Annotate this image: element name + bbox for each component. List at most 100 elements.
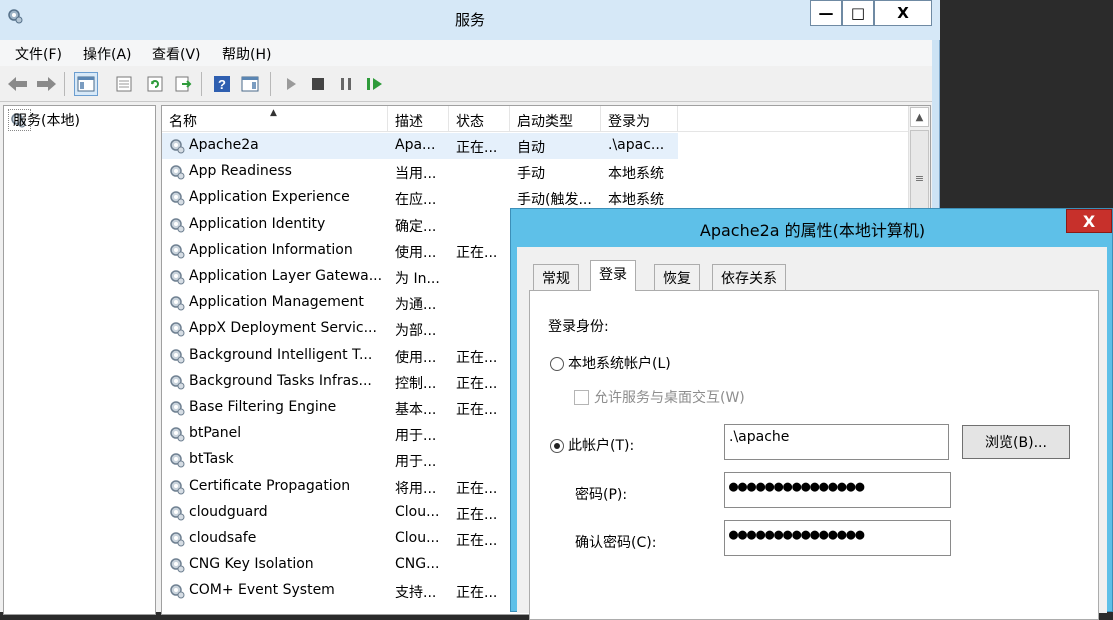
tab-logon[interactable]: 登录 bbox=[590, 260, 636, 291]
service-name: Application Identity bbox=[189, 215, 326, 232]
gear-icon bbox=[170, 506, 185, 521]
pause-service-icon[interactable] bbox=[334, 72, 358, 96]
toolbar-separator bbox=[270, 72, 271, 96]
local-system-label[interactable]: 本地系统帐户(L) bbox=[568, 353, 671, 373]
tab-dependencies[interactable]: 依存关系 bbox=[712, 264, 786, 290]
stop-service-icon[interactable] bbox=[306, 72, 330, 96]
password-input[interactable]: ●●●●●●●●●●●●●●● bbox=[724, 472, 951, 508]
service-startup-type: 自动 bbox=[517, 140, 545, 156]
service-logon-as: 本地系统 bbox=[608, 166, 664, 183]
dialog-title-bar[interactable]: Apache2a 的属性(本地计算机) X bbox=[511, 209, 1113, 247]
allow-desktop-label: 允许服务与桌面交互(W) bbox=[594, 390, 745, 406]
service-name: Certificate Propagation bbox=[189, 477, 351, 494]
menu-help[interactable]: 帮助(H) bbox=[222, 44, 271, 64]
service-status: 正在... bbox=[456, 140, 498, 156]
service-description: 使用... bbox=[395, 349, 437, 366]
tab-recovery[interactable]: 恢复 bbox=[654, 264, 700, 290]
gear-icon bbox=[170, 558, 185, 573]
service-description: 将用... bbox=[395, 480, 437, 497]
service-description: 用于... bbox=[395, 428, 437, 445]
gear-icon bbox=[170, 191, 185, 206]
account-input[interactable]: .\apache bbox=[724, 424, 949, 460]
service-description: 控制... bbox=[395, 375, 437, 392]
service-name: App Readiness bbox=[189, 163, 292, 180]
table-row[interactable]: Apache2a Apa... 正在... 自动 .\apac... bbox=[162, 133, 908, 159]
help-icon[interactable]: ? bbox=[210, 72, 234, 96]
service-name: cloudguard bbox=[189, 503, 268, 520]
service-name: Background Tasks Infras... bbox=[189, 372, 372, 389]
gear-icon bbox=[170, 139, 185, 154]
service-description: 使用... bbox=[395, 244, 437, 261]
toolbar-separator bbox=[201, 72, 202, 96]
column-header-startup-type[interactable]: 启动类型 bbox=[510, 106, 601, 132]
column-header-description[interactable]: 描述 bbox=[388, 106, 449, 132]
gear-icon bbox=[170, 322, 185, 337]
show-action-pane-icon[interactable] bbox=[238, 72, 262, 96]
restart-service-icon[interactable] bbox=[363, 72, 387, 96]
password-label: 密码(P): bbox=[575, 487, 628, 503]
service-description: 用于... bbox=[395, 454, 437, 471]
browse-button[interactable]: 浏览(B)... bbox=[962, 425, 1070, 459]
scroll-up-icon[interactable]: ▲ bbox=[910, 107, 929, 127]
properties-dialog: Apache2a 的属性(本地计算机) X 常规 登录 恢复 依存关系 登录身份… bbox=[510, 208, 1113, 620]
service-status: 正在... bbox=[456, 349, 498, 366]
service-status: 正在... bbox=[456, 402, 498, 418]
gear-icon bbox=[170, 165, 185, 180]
service-name: btTask bbox=[189, 451, 234, 468]
service-description: 支持... bbox=[395, 585, 437, 602]
menu-action[interactable]: 操作(A) bbox=[83, 44, 132, 64]
service-description: Apa... bbox=[395, 137, 436, 153]
start-service-icon[interactable] bbox=[279, 72, 303, 96]
gear-icon bbox=[170, 244, 185, 259]
column-header-status[interactable]: 状态 bbox=[449, 106, 510, 132]
maximize-button[interactable]: □ bbox=[842, 0, 874, 26]
close-button[interactable]: X bbox=[874, 0, 932, 26]
refresh-icon[interactable] bbox=[143, 72, 167, 96]
menu-bar: 文件(F) 操作(A) 查看(V) 帮助(H) bbox=[0, 40, 932, 66]
toolbar: ? bbox=[0, 66, 932, 102]
gear-icon bbox=[170, 532, 185, 547]
menu-file[interactable]: 文件(F) bbox=[15, 44, 62, 64]
svg-text:?: ? bbox=[218, 77, 226, 92]
services-title-bar[interactable]: 服务 — □ X bbox=[0, 0, 940, 40]
show-hide-console-tree-icon[interactable] bbox=[74, 72, 98, 96]
export-list-icon[interactable] bbox=[171, 72, 195, 96]
service-status: 正在... bbox=[456, 480, 498, 497]
gear-icon bbox=[170, 296, 185, 311]
service-name: Application Layer Gatewa... bbox=[189, 268, 383, 284]
local-system-radio[interactable] bbox=[550, 357, 564, 371]
back-arrow-icon[interactable] bbox=[6, 72, 30, 96]
gear-icon bbox=[170, 217, 185, 233]
service-name: Application Experience bbox=[189, 189, 350, 206]
gear-icon bbox=[170, 348, 185, 364]
service-description: Clou... bbox=[395, 503, 440, 520]
gear-icon bbox=[170, 453, 185, 468]
tab-general[interactable]: 常规 bbox=[533, 264, 579, 290]
column-header-log-on-as[interactable]: 登录为 bbox=[601, 106, 678, 132]
dialog-close-button[interactable]: X bbox=[1066, 209, 1112, 233]
gear-icon bbox=[170, 270, 185, 285]
services-title: 服务 bbox=[454, 11, 485, 29]
service-description: 当用... bbox=[395, 166, 437, 183]
service-description: 为部... bbox=[395, 323, 437, 340]
this-account-label[interactable]: 此帐户(T): bbox=[568, 435, 634, 455]
service-description: 为通... bbox=[395, 297, 437, 314]
service-description: CNG... bbox=[395, 556, 440, 573]
menu-view[interactable]: 查看(V) bbox=[152, 44, 201, 64]
minimize-button[interactable]: — bbox=[810, 0, 842, 26]
tree-node-services-local[interactable]: 服务(本地) bbox=[8, 109, 80, 131]
table-row[interactable]: App Readiness 当用... 手动 本地系统 bbox=[162, 159, 908, 185]
toolbar-separator bbox=[64, 72, 65, 96]
confirm-password-input[interactable]: ●●●●●●●●●●●●●●● bbox=[724, 520, 951, 556]
logon-tab-page: 登录身份: 本地系统帐户(L) 允许服务与桌面交互(W) 此帐户(T): .\a… bbox=[529, 290, 1099, 620]
this-account-radio[interactable] bbox=[550, 439, 564, 453]
dialog-title: Apache2a 的属性(本地计算机) bbox=[699, 221, 926, 240]
service-startup-type: 手动(触发... bbox=[517, 192, 592, 209]
properties-icon[interactable] bbox=[112, 72, 136, 96]
forward-arrow-icon[interactable] bbox=[34, 72, 58, 96]
service-description: 为 In... bbox=[395, 271, 440, 287]
tree-node-label: 服务(本地) bbox=[13, 113, 80, 129]
gear-icon bbox=[170, 427, 185, 442]
service-description: Clou... bbox=[395, 530, 440, 546]
service-description: 在应... bbox=[395, 192, 437, 209]
